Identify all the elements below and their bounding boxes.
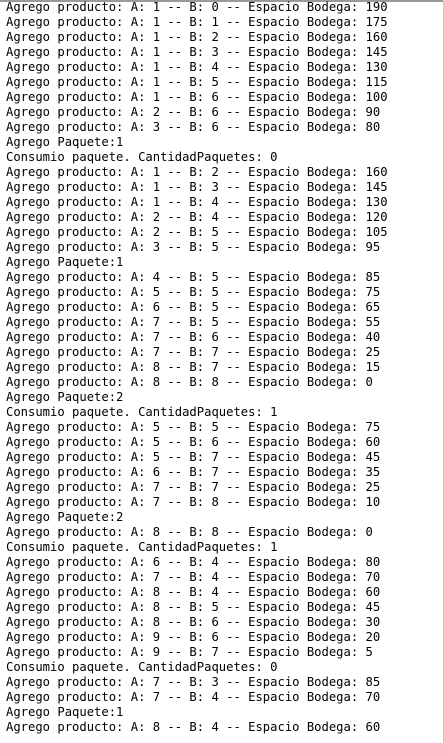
console-line: Agrego producto: A: 5 -- B: 5 -- Espacio…: [6, 420, 381, 434]
console-line: Agrego producto: A: 2 -- B: 4 -- Espacio…: [6, 210, 388, 224]
console-line: Agrego producto: A: 1 -- B: 4 -- Espacio…: [6, 60, 388, 74]
console-line: Agrego producto: A: 7 -- B: 4 -- Espacio…: [6, 690, 381, 704]
console-line: Agrego producto: A: 7 -- B: 4 -- Espacio…: [6, 570, 381, 584]
console-line: Agrego Paquete:1: [6, 255, 124, 269]
console-line: Agrego producto: A: 8 -- B: 6 -- Espacio…: [6, 615, 381, 629]
console-line: Agrego producto: A: 1 -- B: 1 -- Espacio…: [6, 15, 388, 29]
console-line: Consumio paquete. CantidadPaquetes: 0: [6, 660, 278, 674]
console-line: Agrego producto: A: 8 -- B: 4 -- Espacio…: [6, 720, 381, 734]
console-line: Agrego producto: A: 4 -- B: 5 -- Espacio…: [6, 270, 381, 284]
console-line: Agrego producto: A: 8 -- B: 5 -- Espacio…: [6, 600, 381, 614]
console-line: Agrego producto: A: 6 -- B: 4 -- Espacio…: [6, 555, 381, 569]
console-line: Agrego producto: A: 7 -- B: 7 -- Espacio…: [6, 345, 381, 359]
console-line: Agrego producto: A: 8 -- B: 8 -- Espacio…: [6, 375, 373, 389]
console-line: Agrego producto: A: 7 -- B: 5 -- Espacio…: [6, 315, 381, 329]
console-line: Agrego producto: A: 1 -- B: 3 -- Espacio…: [6, 180, 388, 194]
console-line: Agrego producto: A: 3 -- B: 6 -- Espacio…: [6, 120, 381, 134]
console-line: Agrego producto: A: 5 -- B: 6 -- Espacio…: [6, 435, 381, 449]
console-line: Agrego Paquete:1: [6, 135, 124, 149]
console-line: Consumio paquete. CantidadPaquetes: 0: [6, 150, 278, 164]
console-line: Agrego producto: A: 5 -- B: 7 -- Espacio…: [6, 450, 381, 464]
console-line: Agrego producto: A: 1 -- B: 0 -- Espacio…: [6, 0, 388, 14]
console-line: Agrego producto: A: 8 -- B: 8 -- Espacio…: [6, 525, 373, 539]
console-line: Agrego producto: A: 7 -- B: 8 -- Espacio…: [6, 495, 381, 509]
console-line: Agrego producto: A: 1 -- B: 6 -- Espacio…: [6, 90, 388, 104]
console-line: Agrego producto: A: 5 -- B: 5 -- Espacio…: [6, 285, 381, 299]
console-line: Agrego producto: A: 7 -- B: 6 -- Espacio…: [6, 330, 381, 344]
console-line: Agrego producto: A: 1 -- B: 3 -- Espacio…: [6, 45, 388, 59]
console-line: Agrego Paquete:2: [6, 510, 124, 524]
console-line: Agrego producto: A: 1 -- B: 2 -- Espacio…: [6, 165, 388, 179]
console-line: Agrego producto: A: 9 -- B: 7 -- Espacio…: [6, 645, 373, 659]
console-line: Agrego producto: A: 8 -- B: 4 -- Espacio…: [6, 585, 381, 599]
console-line: Agrego producto: A: 6 -- B: 5 -- Espacio…: [6, 300, 381, 314]
console-line: Agrego producto: A: 2 -- B: 6 -- Espacio…: [6, 105, 381, 119]
console-line: Consumio paquete. CantidadPaquetes: 1: [6, 405, 278, 419]
console-line: Agrego producto: A: 6 -- B: 7 -- Espacio…: [6, 465, 381, 479]
console-line: Agrego producto: A: 1 -- B: 4 -- Espacio…: [6, 195, 388, 209]
console-line: Agrego Paquete:2: [6, 390, 124, 404]
console-line: Agrego producto: A: 9 -- B: 6 -- Espacio…: [6, 630, 381, 644]
console-line: Consumio paquete. CantidadPaquetes: 1: [6, 540, 278, 554]
console-line: Agrego producto: A: 7 -- B: 3 -- Espacio…: [6, 675, 381, 689]
console-line: Agrego producto: A: 1 -- B: 2 -- Espacio…: [6, 30, 388, 44]
console-line: Agrego Paquete:1: [6, 705, 124, 719]
console-line: Agrego producto: A: 8 -- B: 7 -- Espacio…: [6, 360, 381, 374]
console-line: Agrego producto: A: 7 -- B: 7 -- Espacio…: [6, 480, 381, 494]
console-line: Agrego producto: A: 2 -- B: 5 -- Espacio…: [6, 225, 388, 239]
console-output-panel[interactable]: Agrego producto: A: 1 -- B: 0 -- Espacio…: [0, 0, 444, 743]
console-log-lines: Agrego producto: A: 1 -- B: 0 -- Espacio…: [6, 0, 388, 735]
console-line: Agrego producto: A: 1 -- B: 5 -- Espacio…: [6, 75, 388, 89]
console-line: Agrego producto: A: 3 -- B: 5 -- Espacio…: [6, 240, 381, 254]
